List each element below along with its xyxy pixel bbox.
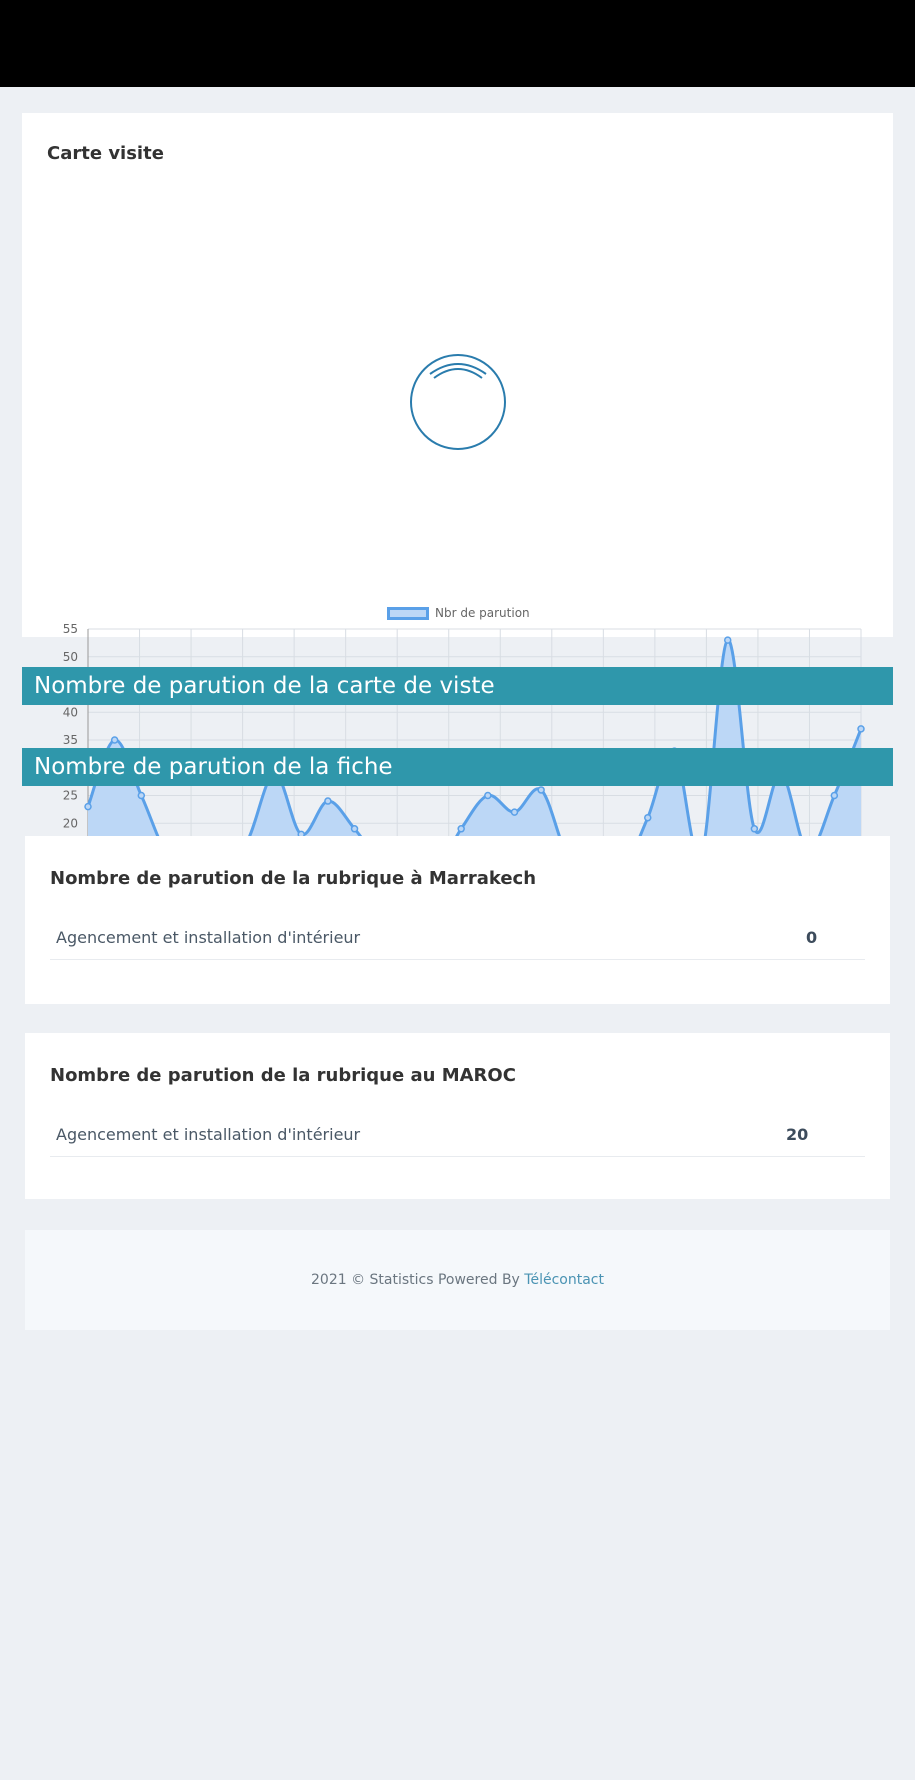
data-point[interactable] <box>324 797 332 805</box>
data-point[interactable] <box>137 791 146 800</box>
table-row: Agencement et installation d'intérieur 0 <box>50 916 865 960</box>
data-point[interactable] <box>750 825 759 833</box>
y-tick-label: 50 <box>63 650 78 664</box>
data-point[interactable] <box>830 791 839 800</box>
data-point[interactable] <box>350 825 359 833</box>
chart-legend[interactable]: Nbr de parution <box>387 604 530 622</box>
data-point[interactable] <box>537 786 545 794</box>
footer-link[interactable]: Télécontact <box>524 1272 604 1288</box>
legend-swatch <box>387 606 429 620</box>
row-label: Agencement et installation d'intérieur <box>56 928 361 947</box>
y-tick-label: 20 <box>63 816 78 830</box>
data-point[interactable] <box>723 636 732 644</box>
data-point[interactable] <box>110 736 119 744</box>
rubrique-marrakech-panel: Nombre de parution de la rubrique à Marr… <box>25 836 890 1004</box>
top-bar <box>0 0 915 87</box>
card-visite-title: Carte visite <box>47 143 164 164</box>
row-value: 20 <box>786 1125 809 1144</box>
data-point[interactable] <box>84 802 92 811</box>
y-tick-label: 40 <box>63 705 78 719</box>
rubrique-maroc-panel: Nombre de parution de la rubrique au MAR… <box>25 1033 890 1199</box>
banner-carte-visite: Nombre de parution de la carte de viste <box>22 667 893 705</box>
row-value: 0 <box>806 928 818 947</box>
rubrique-maroc-title: Nombre de parution de la rubrique au MAR… <box>50 1065 516 1086</box>
banner-fiche: Nombre de parution de la fiche <box>22 748 893 786</box>
data-point[interactable] <box>857 725 865 733</box>
y-tick-label: 25 <box>63 789 78 803</box>
data-point[interactable] <box>510 808 519 816</box>
data-point[interactable] <box>484 791 492 800</box>
table-row: Agencement et installation d'intérieur 2… <box>50 1113 865 1157</box>
legend-label: Nbr de parution <box>435 606 530 620</box>
data-point[interactable] <box>457 825 465 833</box>
parution-chart: 20 25 35 40 50 55 <box>0 622 915 837</box>
footer-text: 2021 © Statistics Powered By <box>311 1272 520 1288</box>
rubrique-marrakech-title: Nombre de parution de la rubrique à Marr… <box>50 868 537 889</box>
y-tick-label: 55 <box>63 622 78 636</box>
footer: 2021 © Statistics Powered By Télécontact <box>25 1230 890 1330</box>
data-point[interactable] <box>644 813 652 822</box>
spinner-arc-icon <box>429 363 487 379</box>
y-tick-label: 35 <box>63 733 78 747</box>
row-label: Agencement et installation d'intérieur <box>56 1125 361 1144</box>
